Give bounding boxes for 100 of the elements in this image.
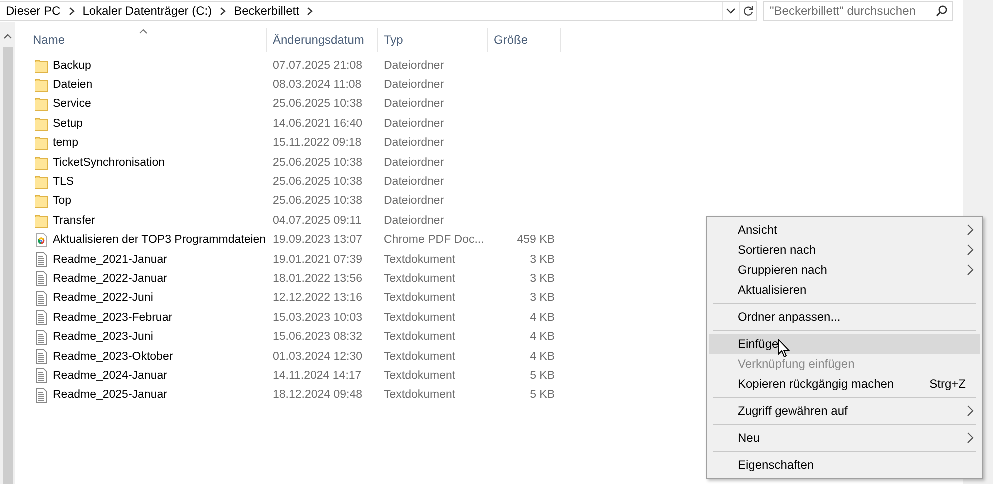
file-size: 4 KB bbox=[529, 312, 556, 324]
menu-item[interactable]: Kopieren rückgängig machen Strg+Z bbox=[709, 374, 980, 394]
column-header[interactable]: Typ bbox=[378, 28, 488, 52]
file-size: 5 KB bbox=[529, 389, 556, 402]
file-type: Textdokument bbox=[383, 389, 457, 402]
file-size: 459 KB bbox=[516, 234, 556, 246]
file-name[interactable]: Readme_2023-Februar bbox=[53, 312, 173, 324]
modified-date: 25.06.2025 10:38 bbox=[272, 98, 364, 110]
text-file-icon bbox=[35, 252, 48, 268]
modified-date: 01.03.2024 12:30 bbox=[272, 350, 364, 363]
text-file-icon bbox=[35, 310, 48, 326]
scroll-up-icon[interactable] bbox=[4, 34, 12, 39]
search-field[interactable]: "Beckerbillett" durchsuchen bbox=[763, 1, 953, 21]
file-size: 4 KB bbox=[529, 350, 556, 363]
modified-date: 18.12.2024 09:48 bbox=[272, 389, 364, 402]
modified-date: 14.11.2024 14:17 bbox=[272, 370, 363, 382]
file-type: Dateiordner bbox=[383, 176, 446, 188]
chevron-icon bbox=[220, 6, 226, 16]
scrollbar[interactable] bbox=[0, 22, 15, 484]
folder-icon bbox=[35, 194, 48, 208]
file-type: Textdokument bbox=[383, 254, 457, 266]
folder-icon bbox=[35, 136, 48, 150]
folder-icon bbox=[35, 58, 48, 73]
modified-date: 15.06.2023 08:32 bbox=[272, 331, 364, 344]
file-name[interactable]: Top bbox=[53, 195, 72, 208]
file-type: Dateiordner bbox=[383, 98, 446, 110]
file-name[interactable]: Readme_2022-Juni bbox=[53, 292, 154, 304]
modified-date: 15.11.2022 09:18 bbox=[272, 137, 363, 150]
folder-icon bbox=[35, 78, 48, 92]
menu-item[interactable]: Neu bbox=[709, 428, 980, 448]
file-size: 3 KB bbox=[529, 254, 556, 266]
file-type: Dateiordner bbox=[383, 118, 446, 130]
text-file-icon bbox=[35, 290, 48, 306]
menu-item[interactable]: Aktualisieren bbox=[709, 280, 980, 300]
file-type: Textdokument bbox=[383, 370, 457, 382]
search-icon bbox=[936, 5, 948, 17]
breadcrumb-item[interactable]: Beckerbillett bbox=[234, 4, 300, 18]
modified-date: 25.06.2025 10:38 bbox=[272, 176, 364, 188]
file-name[interactable]: TicketSynchronisation bbox=[53, 156, 166, 169]
file-size: 4 KB bbox=[529, 331, 556, 344]
shortcut-label: Strg+Z bbox=[930, 377, 966, 391]
chevron-icon bbox=[307, 6, 314, 16]
file-name[interactable]: temp bbox=[53, 137, 79, 150]
file-name[interactable]: Readme_2023-Oktober bbox=[53, 350, 174, 363]
column-header[interactable]: Name bbox=[19, 28, 267, 52]
text-file-icon bbox=[35, 330, 48, 345]
modified-date: 15.03.2023 10:03 bbox=[272, 312, 364, 324]
chevron-down-icon bbox=[726, 8, 736, 14]
modified-date: 04.07.2025 09:11 bbox=[272, 214, 363, 227]
menu-item[interactable]: Eigenschaften bbox=[709, 455, 980, 475]
refresh-button[interactable] bbox=[739, 2, 756, 20]
menu-item[interactable]: Gruppieren nach bbox=[709, 260, 980, 280]
file-name[interactable]: Readme_2023-Juni bbox=[53, 331, 154, 344]
modified-date: 25.06.2025 10:38 bbox=[272, 195, 364, 208]
file-name[interactable]: Readme_2024-Januar bbox=[53, 370, 168, 382]
file-type: Dateiordner bbox=[383, 137, 446, 150]
file-size: 5 KB bbox=[529, 370, 556, 382]
file-size: 3 KB bbox=[529, 272, 556, 285]
folder-icon bbox=[35, 156, 48, 170]
file-type: Textdokument bbox=[383, 350, 457, 363]
file-type: Dateiordner bbox=[383, 156, 446, 169]
file-name[interactable]: Readme_2021-Januar bbox=[53, 254, 168, 266]
modified-date: 14.06.2021 16:40 bbox=[272, 118, 364, 130]
modified-date: 25.06.2025 10:38 bbox=[272, 156, 364, 169]
file-name[interactable]: Aktualisieren der TOP3 Programmdateien bbox=[53, 234, 266, 246]
folder-icon bbox=[35, 214, 48, 228]
file-name[interactable]: Readme_2025-Januar bbox=[53, 389, 168, 402]
modified-date: 07.07.2025 21:08 bbox=[272, 60, 364, 72]
text-file-icon bbox=[35, 388, 48, 403]
file-name[interactable]: TLS bbox=[53, 176, 74, 188]
file-type: Textdokument bbox=[383, 272, 457, 285]
breadcrumb-item[interactable]: Lokaler Datenträger (C:) bbox=[82, 4, 212, 18]
file-type: Textdokument bbox=[383, 331, 457, 344]
breadcrumb-item[interactable]: Dieser PC bbox=[6, 4, 61, 18]
modified-date: 12.12.2022 13:16 bbox=[272, 292, 364, 304]
refresh-icon bbox=[742, 6, 754, 16]
file-name[interactable]: Backup bbox=[53, 60, 92, 72]
file-name[interactable]: Dateien bbox=[53, 79, 93, 92]
file-name[interactable]: Setup bbox=[53, 118, 84, 130]
mouse-cursor-icon bbox=[778, 338, 790, 358]
column-header[interactable]: Größe bbox=[488, 28, 561, 52]
file-type: Dateiordner bbox=[383, 214, 446, 227]
file-type: Dateiordner bbox=[383, 79, 446, 92]
file-type: Textdokument bbox=[383, 312, 457, 324]
modified-date: 18.01.2022 13:56 bbox=[272, 272, 364, 285]
file-name[interactable]: Readme_2022-Januar bbox=[53, 272, 168, 285]
menu-item[interactable]: Sortieren nach bbox=[709, 240, 980, 260]
file-name[interactable]: Service bbox=[53, 98, 92, 110]
menu-item[interactable]: Zugriff gewähren auf bbox=[709, 401, 980, 421]
file-name[interactable]: Transfer bbox=[53, 214, 96, 227]
file-type: Dateiordner bbox=[383, 195, 446, 208]
menu-item[interactable]: Ordner anpassen... bbox=[709, 307, 980, 327]
modified-date: 19.09.2023 13:07 bbox=[272, 234, 364, 246]
text-file-icon bbox=[35, 271, 48, 286]
column-header[interactable]: Änderungsdatum bbox=[267, 28, 378, 52]
sort-caret-icon bbox=[138, 29, 148, 34]
file-type: Textdokument bbox=[383, 292, 457, 304]
file-size: 3 KB bbox=[529, 292, 556, 304]
file-type: Chrome PDF Doc... bbox=[383, 234, 486, 246]
menu-item[interactable]: Ansicht bbox=[709, 220, 980, 240]
